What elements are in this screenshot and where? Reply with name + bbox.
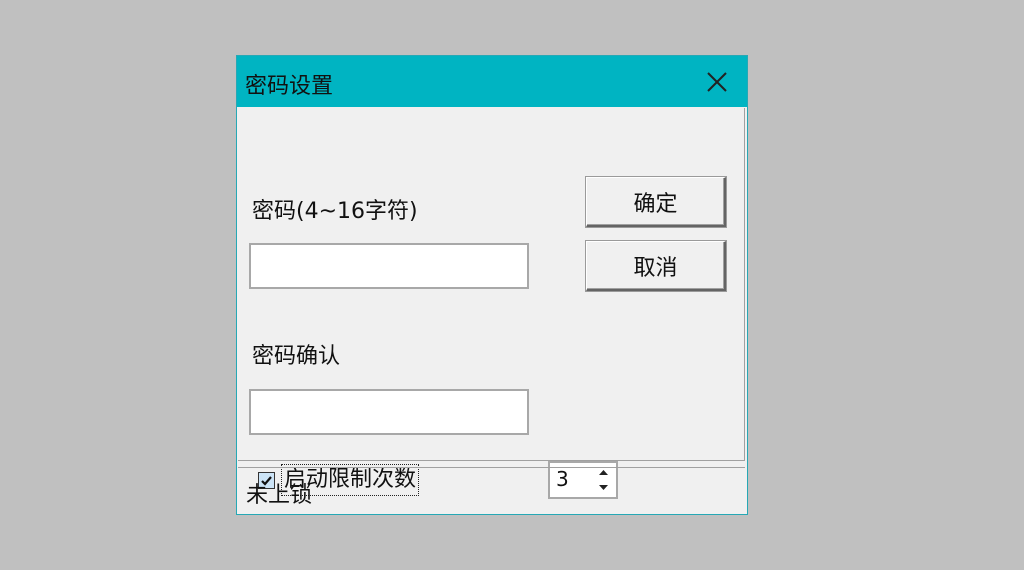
cancel-button[interactable]: 取消 [586, 241, 726, 291]
dialog-title: 密码设置 [245, 74, 334, 99]
close-icon [707, 71, 727, 92]
confirm-password-label: 密码确认 [252, 344, 341, 369]
confirm-password-input[interactable] [249, 389, 529, 435]
close-button[interactable] [687, 56, 747, 107]
status-bar: 未上锁 [238, 467, 745, 513]
title-bar[interactable]: 密码设置 [237, 56, 747, 107]
password-label: 密码(4~16字符) [252, 199, 418, 224]
lock-status-text: 未上锁 [246, 483, 313, 508]
form-panel: 密码(4~16字符) 密码确认 确定 取消 启动限制次数 3 [238, 108, 745, 499]
password-input[interactable] [249, 243, 529, 289]
password-settings-dialog: 密码设置 密码(4~16字符) 密码确认 确定 取消 启动限制次数 3 未上锁 [236, 55, 748, 515]
ok-button[interactable]: 确定 [586, 177, 726, 227]
